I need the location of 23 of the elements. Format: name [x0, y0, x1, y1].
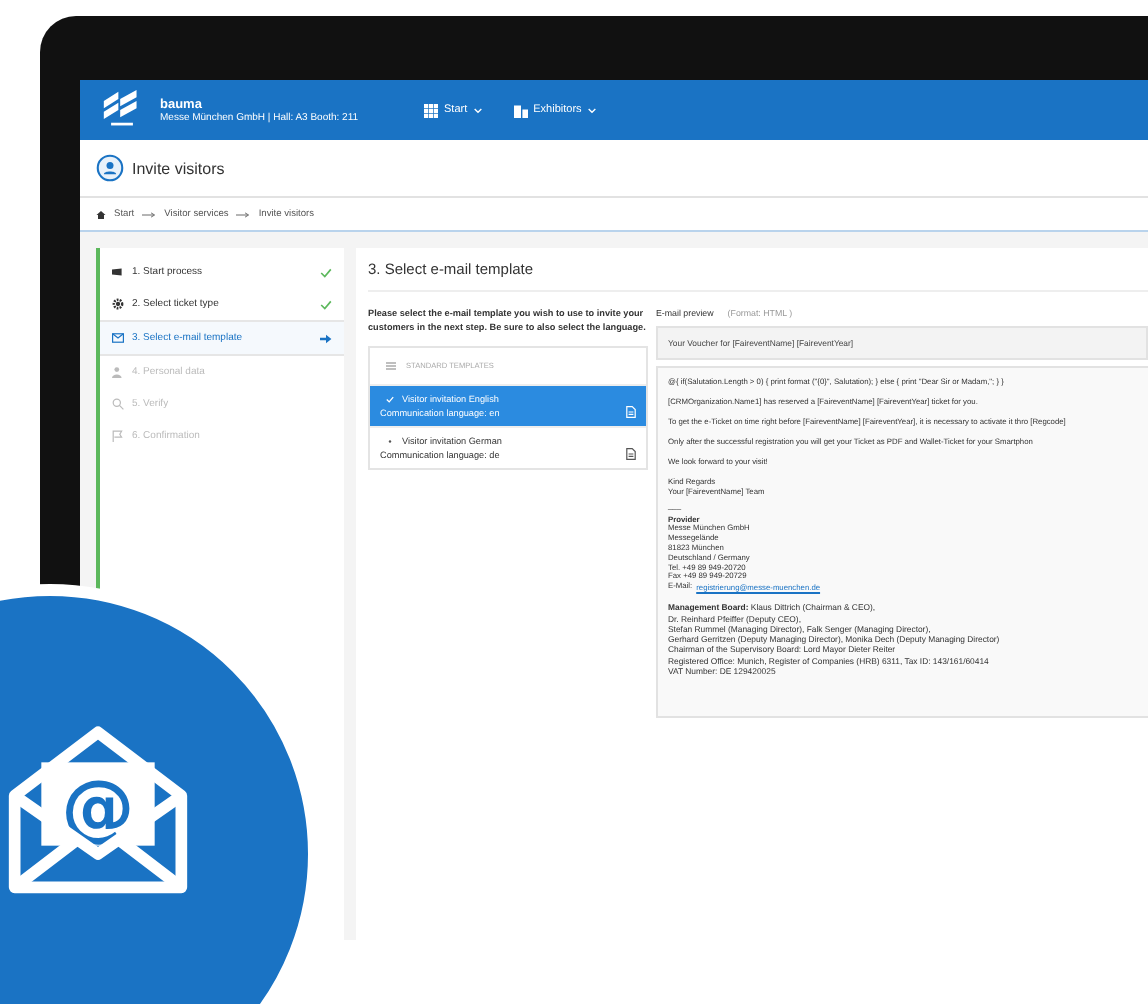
caret-icon: [587, 107, 596, 113]
building-icon: [513, 103, 528, 117]
person-icon: [112, 366, 124, 378]
document-icon: [626, 406, 636, 419]
document-icon: [626, 448, 636, 461]
grid-icon: [424, 103, 438, 117]
search-icon: [112, 398, 124, 410]
flag-icon: [112, 430, 124, 442]
checkmark-icon: [386, 396, 394, 404]
checkmark-icon: [320, 267, 332, 277]
checkmark-icon: [320, 299, 332, 309]
gear-icon: [112, 298, 124, 310]
home-icon: [96, 209, 106, 219]
arrow-icon: [236, 211, 251, 217]
ticket-icon: [112, 266, 124, 278]
arrow-icon: [320, 333, 332, 343]
envelope-icon: [112, 332, 124, 344]
bullet-icon: [386, 438, 394, 446]
arrow-icon: [142, 211, 157, 217]
caret-icon: [473, 107, 482, 113]
list-icon: [386, 362, 396, 371]
page-title: Invite visitors: [132, 159, 225, 177]
visitor-icon: [96, 154, 124, 182]
